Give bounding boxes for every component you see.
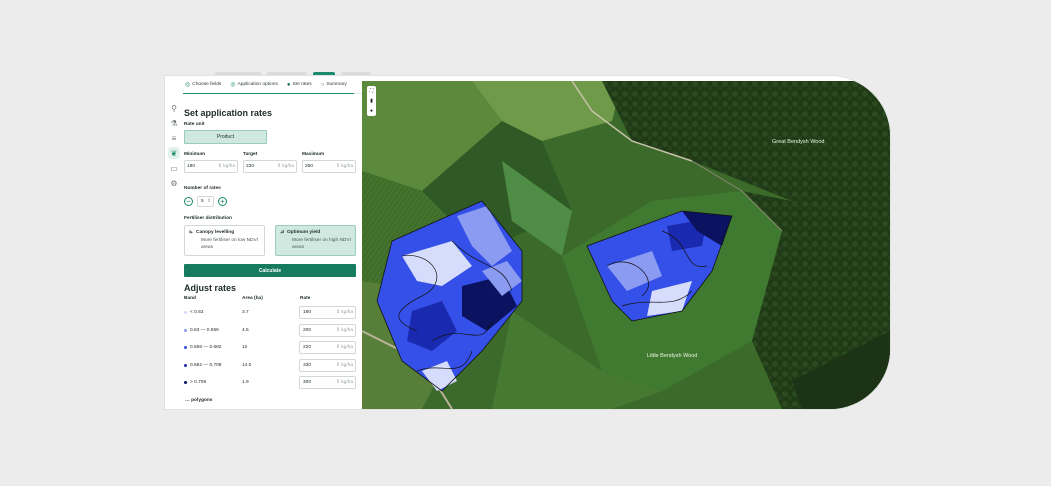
tractor-icon[interactable]: ⚲ [168,102,180,114]
unit-label: ⇕ kg/ha [335,310,353,315]
column-header-band: Band [184,296,196,301]
table-row: 0.63 — 0.656 4.5 200 ⇕ kg/ha [183,323,362,338]
calculate-button[interactable]: Calculate [184,264,356,277]
info-icon[interactable]: ● [370,108,373,114]
unit-label: ⇕ kg/ha [217,164,235,169]
empty-circle-icon: ○ [320,81,325,88]
check-circle-icon: ◎ [185,82,191,88]
truck-icon[interactable]: ▭ [168,162,180,174]
rate-input[interactable]: 180 ⇕ kg/ha [299,306,356,319]
satellite-map[interactable]: Great Bendysh Wood Little Bendysh Wood [362,81,890,409]
number-of-rates-stepper: − 5 ⇕ + [184,196,227,207]
rate-unit-product-button[interactable]: Product [184,130,267,144]
line-chart-icon: ⊾ [189,230,194,235]
adjust-rates-title: Adjust rates [184,283,237,293]
band-cell: > 0.708 [184,380,206,385]
fertiliser-distribution-label: Fertiliser distribution [184,216,232,221]
settings-icon[interactable]: ⚙ [168,177,180,189]
increment-button[interactable]: + [218,197,227,206]
delete-icon[interactable]: ▮ [370,98,373,104]
stepper-icon: ⇕ [206,199,211,204]
area-cell: 14.0 [242,362,252,368]
band-cell: 0.682 — 0.708 [184,363,221,368]
map-controls: ⛶ ▮ ● [367,86,376,116]
app-window: ⚲ ⚗ ≡ ❦ ▭ ⚙ ◎ Choose fields ◎ Application … [165,76,890,409]
map-canvas [362,81,890,409]
band-swatch-icon [184,311,187,314]
step-tracker: ◎ Choose fields ◎ Application options ● Set… [183,76,362,94]
number-of-rates-label: Number of rates [184,186,221,191]
chart-icon[interactable]: ≡ [168,132,180,144]
flask-icon[interactable]: ⚗ [168,117,180,129]
band-cell: 0.656 — 0.682 [184,345,221,350]
target-input[interactable]: 230 ⇕ kg/ha [243,160,297,173]
option-optimum-yield[interactable]: ⊿ Optimum yield More fertiliser on high N… [275,225,356,256]
step-summary[interactable]: ○ Summary [321,82,347,88]
column-header-rate: Rate [300,296,311,301]
unit-label: ⇕ kg/ha [335,164,353,169]
area-cell: 3.7 [242,310,249,315]
rate-input[interactable]: 200 ⇕ kg/ha [299,323,356,337]
band-swatch-icon [184,381,187,384]
fullscreen-icon[interactable]: ⛶ [370,88,374,94]
area-cell: 4.5 [242,327,249,333]
unit-label: ⇕ kg/ha [276,164,294,169]
rate-input[interactable]: 220 ⇕ kg/ha [299,341,356,354]
step-progress-bar [183,93,354,94]
band-swatch-icon [184,346,187,349]
leaf-icon[interactable]: ❦ [168,147,180,159]
maximum-input[interactable]: 260 ⇕ kg/ha [302,160,356,173]
table-row: 0.682 — 0.708 14.0 330 ⇕ kg/ha [183,358,362,373]
maximum-label: Maximum [302,152,325,157]
area-cell: 12 [242,345,248,350]
unit-label: ⇕ kg/ha [335,345,353,350]
unit-label: ⇕ kg/ha [335,327,353,333]
unit-label: ⇕ kg/ha [335,362,353,368]
trend-chart-icon: ⊿ [280,230,285,235]
polygons-label: … polygons [185,398,213,403]
table-row: < 0.63 3.7 180 ⇕ kg/ha [183,306,362,320]
column-header-area: Area (ha) [242,296,263,301]
left-icon-rail: ⚲ ⚗ ≡ ❦ ▭ ⚙ [165,76,183,409]
target-label: Target [243,152,258,157]
area-cell: 1.9 [242,380,249,385]
page-title: Set application rates [184,108,273,118]
table-row: 0.656 — 0.682 12 220 ⇕ kg/ha [183,341,362,355]
band-swatch-icon [184,363,187,367]
rate-input[interactable]: 300 ⇕ kg/ha [299,376,356,389]
step-choose-fields[interactable]: ◎ Choose fields [185,81,221,88]
decrement-button[interactable]: − [184,197,193,206]
band-swatch-icon [184,328,187,332]
step-set-rates[interactable]: ● Set rates [287,82,312,88]
check-circle-icon: ◎ [230,82,236,88]
minimum-input[interactable]: 180 ⇕ kg/ha [184,160,238,173]
table-row: > 0.708 1.9 300 ⇕ kg/ha [183,376,362,390]
option-canopy-levelling[interactable]: ⊾ Canopy levelling More fertiliser on low… [184,225,265,256]
map-label-great-bendysh-wood: Great Bendysh Wood [772,139,825,145]
set-rates-panel: ◎ Choose fields ◎ Application options ● Set… [183,76,362,409]
band-cell: < 0.63 [184,310,203,315]
step-application-options[interactable]: ◎ Application options [230,81,278,88]
minimum-label: Minimum [184,152,206,157]
band-cell: 0.63 — 0.656 [184,328,219,333]
current-step-icon: ● [286,81,291,88]
rate-unit-label: Rate unit [184,122,205,127]
number-of-rates-input[interactable]: 5 ⇕ [197,196,214,207]
unit-label: ⇕ kg/ha [335,380,353,385]
map-label-little-bendysh-wood: Little Bendysh Wood [647,353,698,359]
rate-input[interactable]: 330 ⇕ kg/ha [299,358,356,372]
